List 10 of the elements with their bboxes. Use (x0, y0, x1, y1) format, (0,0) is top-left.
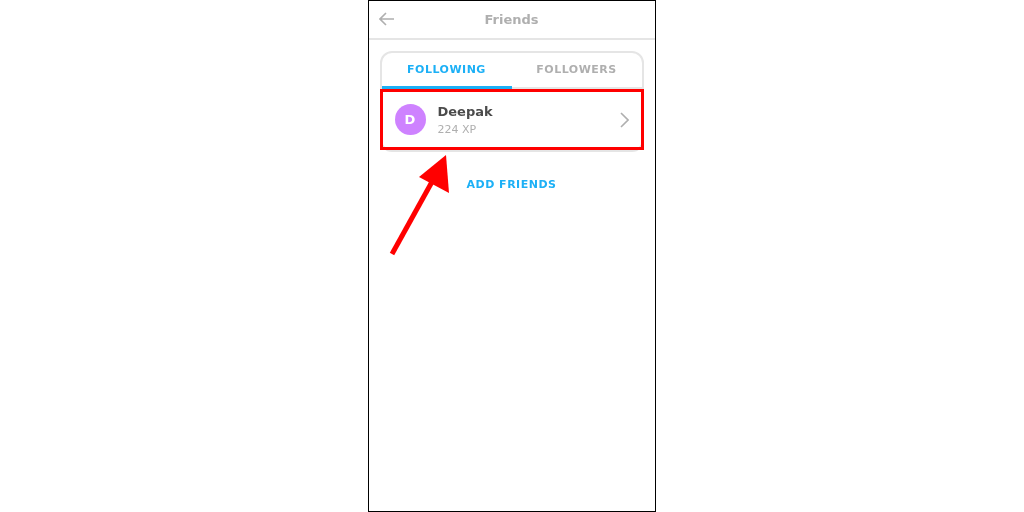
friend-row[interactable]: D Deepak 224 XP (379, 89, 644, 150)
back-arrow-icon[interactable] (378, 12, 395, 26)
screen-title: Friends (484, 12, 539, 27)
add-friends-button[interactable]: ADD FRIENDS (462, 176, 561, 193)
chevron-right-icon (619, 111, 629, 128)
tab[interactable]: FOLLOWING (381, 53, 512, 89)
friend-name: Deepak (437, 103, 494, 119)
xp-count: 224 XP (437, 122, 478, 136)
avatar: D (394, 104, 426, 135)
tab[interactable]: FOLLOWERS (511, 53, 642, 89)
